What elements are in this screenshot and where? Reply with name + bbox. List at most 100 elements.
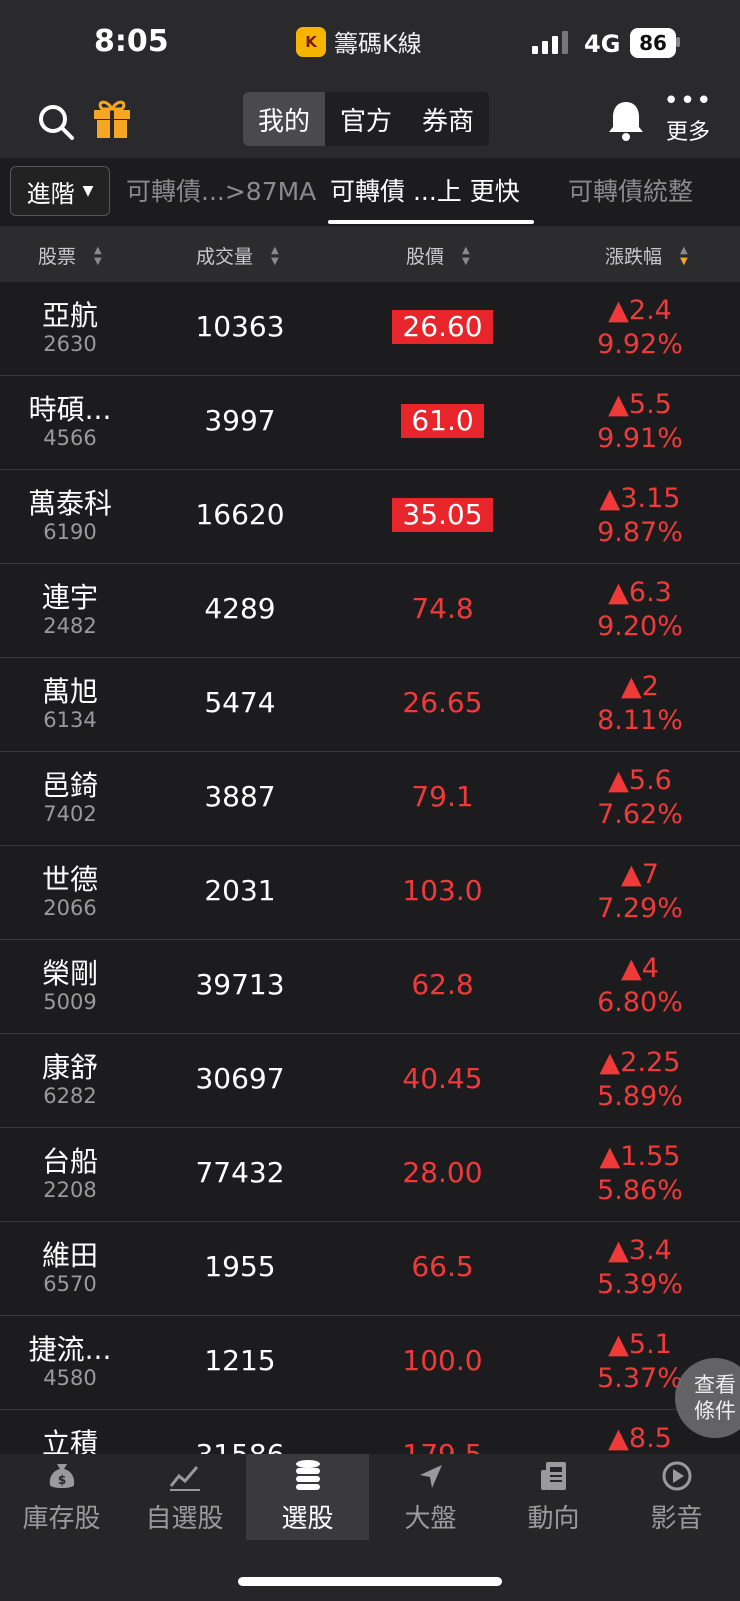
stock-change-cell: ▲1.55 5.86% <box>560 1140 720 1208</box>
stock-change: ▲5.5 <box>608 389 672 420</box>
stock-price: 66.5 <box>411 1250 474 1283</box>
stock-price-cell: 100.0 <box>370 1344 515 1377</box>
stock-name: 邑錡 <box>41 769 98 802</box>
stock-code: 4580 <box>43 1366 97 1390</box>
stock-row[interactable]: 亞航 2630 10363 26.60 ▲2.4 9.92% <box>0 282 740 376</box>
stock-code: 6134 <box>43 708 97 732</box>
nav-label: 動向 <box>527 1504 580 1534</box>
stock-change: ▲2.25 <box>599 1047 681 1078</box>
search-icon[interactable] <box>36 102 76 142</box>
stock-volume: 3997 <box>204 404 276 437</box>
bell-icon[interactable] <box>606 98 646 142</box>
stock-code: 2208 <box>43 1178 97 1202</box>
stock-change-cell: ▲2.25 5.89% <box>560 1046 720 1114</box>
stock-volume: 16620 <box>195 498 285 531</box>
stock-price-cell: 26.60 <box>370 310 515 344</box>
stock-price: 74.8 <box>411 592 474 625</box>
table-header: 股票 ▲ ▼ 成交量 ▲ ▼ 股價 ▲ ▼ 漲跌幅 ▲ ▼ <box>0 226 740 282</box>
stock-code: 6282 <box>43 1084 97 1108</box>
stock-name: 連宇 <box>41 581 98 614</box>
stock-change: ▲6.3 <box>608 577 672 608</box>
col-volume[interactable]: 成交量 ▲ ▼ <box>196 242 279 269</box>
nav-market[interactable]: 大盤 <box>369 1454 492 1540</box>
stock-change: ▲2 <box>621 671 659 702</box>
stock-change-pct: 9.87% <box>597 517 683 548</box>
stock-volume: 4289 <box>204 592 276 625</box>
stock-row[interactable]: 萬旭 6134 5474 26.65 ▲2 8.11% <box>0 658 740 752</box>
stock-price: 35.05 <box>392 498 493 532</box>
stock-name: 亞航 <box>41 299 98 332</box>
segment-mine[interactable]: 我的 <box>243 92 325 146</box>
stock-change: ▲1.55 <box>599 1141 681 1172</box>
stock-row[interactable]: 邑錡 7402 3887 79.1 ▲5.6 7.62% <box>0 752 740 846</box>
stock-code: 7402 <box>43 802 97 826</box>
stock-change-cell: ▲4 6.80% <box>560 952 720 1020</box>
stock-row[interactable]: 捷流... 4580 1215 100.0 ▲5.1 5.37% <box>0 1316 740 1410</box>
col-stock-label: 股票 <box>38 246 77 268</box>
stock-row[interactable]: 世德 2066 2031 103.0 ▲7 7.29% <box>0 846 740 940</box>
battery-icon: 86 <box>630 28 680 58</box>
stock-code: 4566 <box>43 426 97 450</box>
status-bar: 8:05 K 籌碼K線 4G 86 <box>0 0 740 84</box>
fab-line1: 查看 <box>694 1373 736 1397</box>
col-change[interactable]: 漲跌幅 ▲ ▼ <box>605 242 688 269</box>
nav-media[interactable]: 影音 <box>615 1454 738 1540</box>
nav-label: 大盤 <box>404 1504 457 1534</box>
stock-change-pct: 9.91% <box>597 423 683 454</box>
clock: 8:05 <box>94 24 169 59</box>
advanced-dropdown[interactable]: 進階 ▼ <box>10 166 110 216</box>
stock-row[interactable]: 維田 6570 1955 66.5 ▲3.4 5.39% <box>0 1222 740 1316</box>
stock-row[interactable]: 萬泰科 6190 16620 35.05 ▲3.15 9.87% <box>0 470 740 564</box>
sort-icon: ▲ ▼ <box>462 244 470 267</box>
segment-official[interactable]: 官方 <box>325 92 407 146</box>
stock-price-cell: 103.0 <box>370 874 515 907</box>
stock-name: 時碩... <box>28 393 112 426</box>
stock-change: ▲2.4 <box>608 295 672 326</box>
gift-icon[interactable] <box>90 96 134 140</box>
battery-level: 86 <box>630 28 676 58</box>
stock-volume: 31586 <box>170 1438 310 1454</box>
stock-change-cell: ▲2.4 9.92% <box>560 294 720 362</box>
col-price[interactable]: 股價 ▲ ▼ <box>406 242 470 269</box>
segment-broker[interactable]: 券商 <box>407 92 489 146</box>
stock-price: 100.0 <box>402 1344 483 1377</box>
nav-watchlist[interactable]: 自選股 <box>123 1454 246 1540</box>
stock-name: 台船 <box>41 1145 98 1178</box>
stock-row[interactable]: 榮剛 5009 39713 62.8 ▲4 6.80% <box>0 940 740 1034</box>
stock-change-cell: ▲5.6 7.62% <box>560 764 720 832</box>
stock-volume: 3887 <box>204 780 276 813</box>
nav-trends[interactable]: 動向 <box>492 1454 615 1540</box>
play-circle-icon <box>662 1461 691 1491</box>
nav-label: 自選股 <box>145 1504 224 1534</box>
stock-row[interactable]: 時碩... 4566 3997 61.0 ▲5.5 9.91% <box>0 376 740 470</box>
stock-change: ▲3.4 <box>608 1235 672 1266</box>
nav-screener[interactable]: 選股 <box>246 1454 369 1540</box>
stock-change-cell: ▲3.4 5.39% <box>560 1234 720 1302</box>
stock-volume: 39713 <box>195 968 285 1001</box>
more-button[interactable]: ••• 更多 <box>660 88 716 146</box>
stock-list: 亞航 2630 10363 26.60 ▲2.4 9.92% 時碩... 456… <box>0 282 740 1454</box>
nav-label: 選股 <box>281 1504 334 1534</box>
sort-desc-icon: ▲ ▼ <box>680 244 688 267</box>
stock-change-pct: 5.89% <box>597 1081 683 1112</box>
stock-price-cell: 74.8 <box>370 592 515 625</box>
tab-convertible-summary[interactable]: 可轉債統整 <box>568 172 693 208</box>
stock-row[interactable]: 台船 2208 77432 28.00 ▲1.55 5.86% <box>0 1128 740 1222</box>
stock-change-cell: ▲7 7.29% <box>560 858 720 926</box>
col-price-label: 股價 <box>406 246 445 268</box>
stock-row[interactable]: 立積 31586 179.5 ▲8.5 <box>0 1410 740 1454</box>
stock-volume: 10363 <box>195 310 285 343</box>
tab-convertible-faster[interactable]: 可轉債 ...上 更快 <box>330 172 520 208</box>
stock-row[interactable]: 康舒 6282 30697 40.45 ▲2.25 5.89% <box>0 1034 740 1128</box>
sort-icon: ▲ ▼ <box>94 244 102 267</box>
nav-label: 影音 <box>650 1504 703 1534</box>
stock-row[interactable]: 連宇 2482 4289 74.8 ▲6.3 9.20% <box>0 564 740 658</box>
nav-inventory[interactable]: $ 庫存股 <box>0 1454 123 1540</box>
stock-name: 維田 <box>41 1239 98 1272</box>
stock-price: 26.65 <box>402 686 483 719</box>
tab-convertible-87ma[interactable]: 可轉債...>87MA <box>126 172 316 208</box>
stock-price: 28.00 <box>402 1156 483 1189</box>
col-stock[interactable]: 股票 ▲ ▼ <box>38 242 102 269</box>
stock-price: 79.1 <box>411 780 474 813</box>
stock-change-pct: 9.20% <box>597 611 683 642</box>
